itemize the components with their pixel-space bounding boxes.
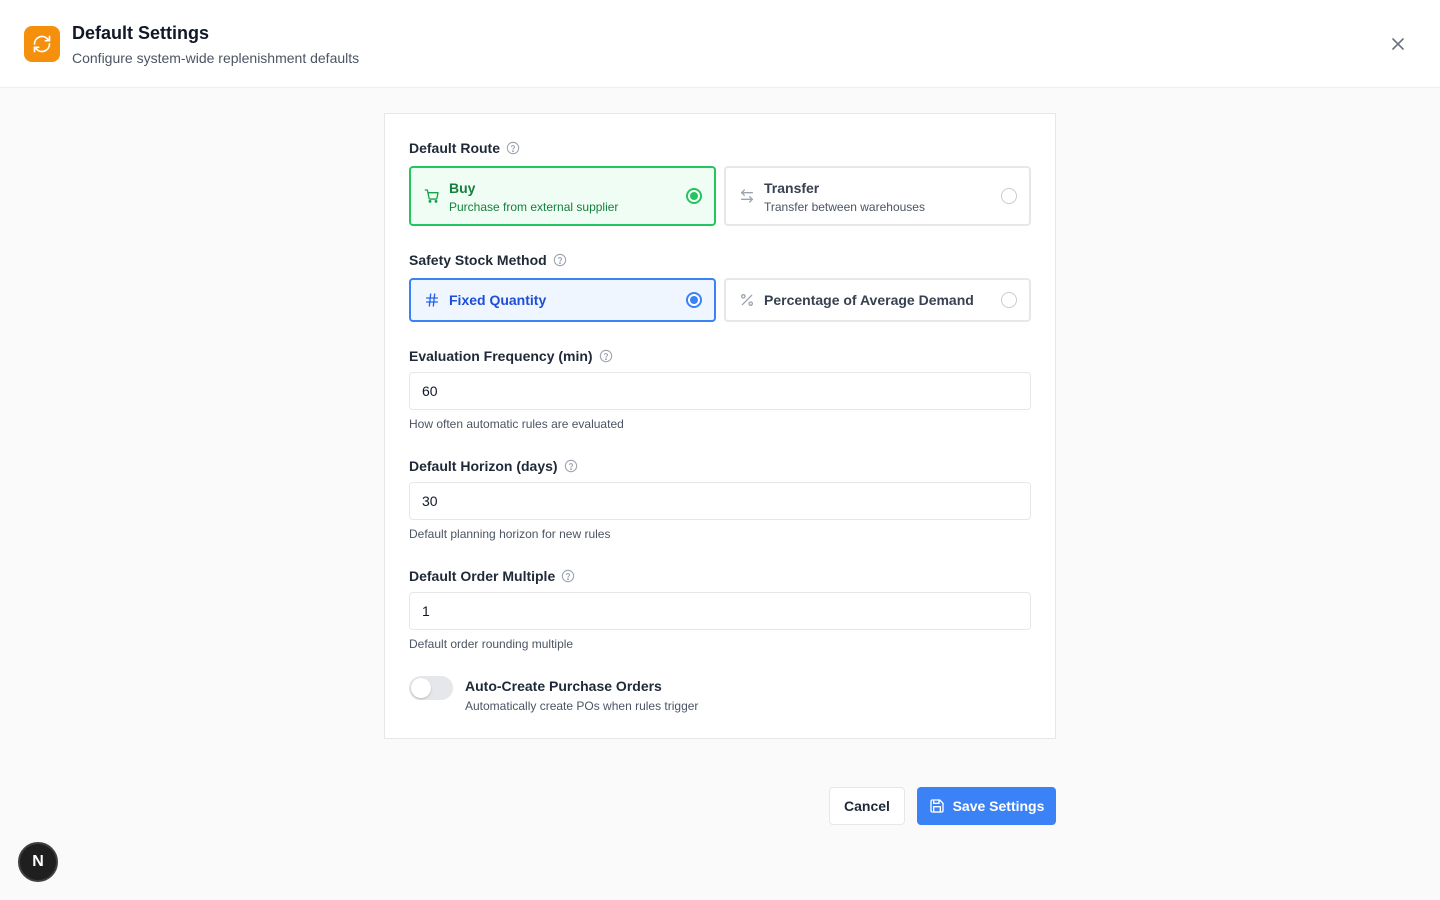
help-icon[interactable]	[564, 459, 578, 473]
option-description: Purchase from external supplier	[449, 200, 619, 214]
save-settings-label: Save Settings	[952, 798, 1045, 814]
option-title: Transfer	[764, 180, 820, 196]
default-order-multiple-hint: Default order rounding multiple	[409, 637, 574, 651]
toggle-knob	[411, 678, 431, 698]
route-option-transfer[interactable]: Transfer Transfer between warehouses	[724, 166, 1031, 226]
option-title: Percentage of Average Demand	[764, 292, 974, 308]
help-icon[interactable]	[599, 349, 613, 363]
evaluation-frequency-input[interactable]	[409, 372, 1031, 410]
close-icon	[1392, 38, 1404, 50]
close-button[interactable]	[1386, 32, 1410, 56]
badge-letter: N	[32, 853, 44, 870]
refresh-icon	[24, 26, 60, 62]
default-horizon-label: Default Horizon (days)	[409, 458, 578, 474]
option-description: Transfer between warehouses	[764, 200, 925, 214]
settings-card: Default Route Buy Purchase from external…	[384, 113, 1056, 739]
auto-create-toggle[interactable]	[409, 676, 453, 700]
auto-create-title: Auto-Create Purchase Orders	[465, 678, 662, 694]
default-route-label: Default Route	[409, 140, 520, 156]
auto-create-description: Automatically create POs when rules trig…	[465, 699, 699, 713]
safety-stock-label: Safety Stock Method	[409, 252, 567, 268]
default-order-multiple-label: Default Order Multiple	[409, 568, 575, 584]
route-option-buy[interactable]: Buy Purchase from external supplier	[409, 166, 716, 226]
hash-icon	[426, 293, 438, 307]
arrows-left-right-icon	[741, 189, 753, 203]
default-horizon-input[interactable]	[409, 482, 1031, 520]
help-icon[interactable]	[553, 253, 567, 267]
shopping-cart-icon	[424, 189, 439, 203]
page-subtitle: Configure system-wide replenishment defa…	[72, 50, 360, 66]
radio-unselected[interactable]	[1001, 292, 1017, 308]
dev-tools-badge[interactable]: N	[18, 842, 58, 882]
help-icon[interactable]	[506, 141, 520, 155]
save-icon	[929, 799, 944, 813]
option-title: Fixed Quantity	[449, 292, 547, 308]
page-title: Default Settings	[72, 23, 210, 43]
option-title: Buy	[449, 180, 476, 196]
evaluation-frequency-label: Evaluation Frequency (min)	[409, 348, 613, 364]
percent-icon	[741, 294, 753, 306]
evaluation-frequency-hint: How often automatic rules are evaluated	[409, 417, 624, 431]
default-order-multiple-input[interactable]	[409, 592, 1031, 630]
default-horizon-hint: Default planning horizon for new rules	[409, 527, 611, 541]
radio-unselected[interactable]	[1001, 188, 1017, 204]
dialog-header: Default Settings Configure system-wide r…	[0, 0, 1440, 88]
cancel-button[interactable]: Cancel	[829, 787, 905, 825]
save-settings-button[interactable]: Save Settings	[917, 787, 1056, 825]
radio-selected[interactable]	[686, 292, 702, 308]
help-icon[interactable]	[561, 569, 575, 583]
radio-selected[interactable]	[686, 188, 702, 204]
safety-option-percentage[interactable]: Percentage of Average Demand	[724, 278, 1031, 322]
safety-option-fixed-quantity[interactable]: Fixed Quantity	[409, 278, 716, 322]
